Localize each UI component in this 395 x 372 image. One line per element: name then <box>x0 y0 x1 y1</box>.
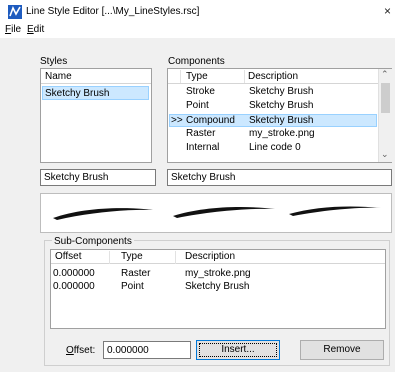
menu-bar: File Edit <box>0 24 395 38</box>
style-name-input[interactable] <box>40 169 156 186</box>
component-description: Sketchy Brush <box>249 100 314 111</box>
menu-edit-label: dit <box>33 24 45 35</box>
scroll-down-icon[interactable]: ⌄ <box>381 149 389 160</box>
column-separator <box>109 251 110 264</box>
remove-button-label: Remove <box>323 344 361 355</box>
component-type: Internal <box>186 142 220 153</box>
component-name-input[interactable] <box>167 169 392 186</box>
column-separator <box>244 70 245 83</box>
components-header: Type Description <box>168 69 378 84</box>
styles-list-item[interactable]: Sketchy Brush <box>42 86 149 100</box>
component-type: Raster <box>186 128 216 139</box>
styles-list-item-label: Sketchy Brush <box>45 88 110 99</box>
remove-button[interactable]: Remove <box>300 340 384 360</box>
sub-components-list[interactable]: Offset Type Description 0.000000 Raster … <box>50 249 386 329</box>
sub-components-group-title: Sub-Components <box>52 236 134 247</box>
line-style-app-icon <box>8 5 22 19</box>
close-icon[interactable]: × <box>384 4 391 18</box>
components-row[interactable]: Point Sketchy Brush <box>169 100 377 113</box>
component-type: Stroke <box>186 86 215 97</box>
column-separator <box>180 70 181 83</box>
sub-components-row[interactable]: 0.000000 Point Sketchy Brush <box>52 281 382 293</box>
sub-description: my_stroke.png <box>185 268 251 279</box>
components-group-title: Components <box>168 56 225 67</box>
brush-stroke-preview <box>53 206 381 220</box>
components-scrollbar[interactable]: ⌃ ⌄ <box>378 69 392 162</box>
sub-components-row[interactable]: 0.000000 Raster my_stroke.png <box>52 268 382 280</box>
scroll-up-icon[interactable]: ⌃ <box>381 69 389 80</box>
styles-column-header-name[interactable]: Name <box>41 69 151 84</box>
menu-edit-accel: E <box>27 24 34 35</box>
component-description: Sketchy Brush <box>249 86 314 97</box>
component-type: Point <box>186 100 209 111</box>
insert-button[interactable]: Insert... <box>196 340 280 360</box>
sub-offset: 0.000000 <box>53 281 95 292</box>
components-list[interactable]: Type Description Stroke Sketchy Brush Po… <box>167 68 392 163</box>
sub-components-header: Offset Type Description <box>51 250 385 264</box>
styles-group-title: Styles <box>40 56 68 67</box>
sub-column-header-description[interactable]: Description <box>185 251 235 262</box>
sub-column-header-offset[interactable]: Offset <box>55 251 82 262</box>
sub-description: Sketchy Brush <box>185 281 250 292</box>
component-type: Compound <box>186 115 235 126</box>
current-marker: >> <box>171 115 183 126</box>
components-row[interactable]: Raster my_stroke.png <box>169 128 377 141</box>
styles-column-header-label: Name <box>45 71 72 82</box>
sub-offset: 0.000000 <box>53 268 95 279</box>
menu-edit[interactable]: Edit <box>27 24 44 35</box>
sub-type: Raster <box>121 268 151 279</box>
styles-list[interactable]: Name Sketchy Brush <box>40 68 152 163</box>
line-style-preview <box>40 193 392 233</box>
component-description: my_stroke.png <box>249 128 315 139</box>
focus-rect <box>199 343 277 357</box>
window-title: Line Style Editor [...\My_LineStyles.rsc… <box>26 6 200 17</box>
components-row[interactable]: Internal Line code 0 <box>169 142 377 155</box>
menu-file[interactable]: File <box>5 24 21 35</box>
scrollbar-thumb[interactable] <box>381 83 390 113</box>
sub-column-header-type[interactable]: Type <box>121 251 143 262</box>
offset-label: Offset: <box>66 345 95 356</box>
title-bar[interactable]: Line Style Editor [...\My_LineStyles.rsc… <box>0 0 395 24</box>
components-column-header-description[interactable]: Description <box>248 71 298 82</box>
components-column-header-type[interactable]: Type <box>186 71 208 82</box>
sub-type: Point <box>121 281 144 292</box>
column-separator <box>175 251 176 264</box>
offset-input[interactable] <box>103 341 191 359</box>
components-row-selected[interactable]: >> Compound Sketchy Brush <box>169 114 377 127</box>
components-row[interactable]: Stroke Sketchy Brush <box>169 86 377 99</box>
component-description: Line code 0 <box>249 142 301 153</box>
component-description: Sketchy Brush <box>249 115 314 126</box>
offset-label-text: ffset: <box>73 345 96 356</box>
menu-file-label: ile <box>11 24 22 35</box>
offset-label-accel: O <box>66 345 74 356</box>
